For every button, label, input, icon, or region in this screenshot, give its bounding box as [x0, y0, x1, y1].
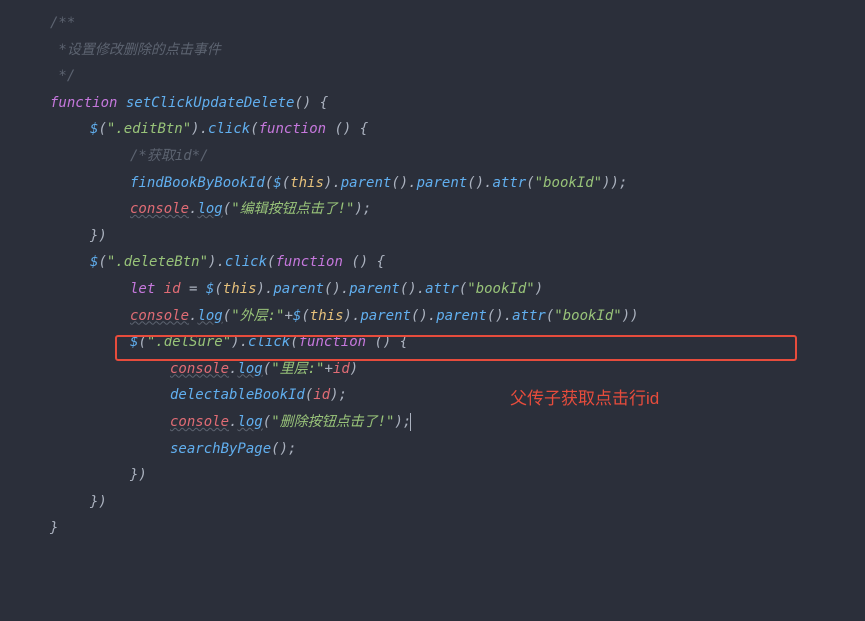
code-line: let id = $(this).parent().parent().attr(…: [30, 276, 865, 303]
code-line: */: [30, 63, 865, 90]
code-line: /**: [30, 10, 865, 37]
code-line: }): [30, 223, 865, 250]
code-line: }): [30, 462, 865, 489]
code-line: /*获取id*/: [30, 143, 865, 170]
annotation-text: 父传子获取点击行id: [510, 383, 659, 415]
code-editor[interactable]: /** *设置修改删除的点击事件 */ function setClickUpd…: [0, 10, 865, 542]
code-line: function setClickUpdateDelete() {: [30, 90, 865, 117]
code-line: console.log("外层:"+$(this).parent().paren…: [30, 303, 865, 330]
code-line: $(".editBtn").click(function () {: [30, 116, 865, 143]
code-line: }: [30, 515, 865, 542]
code-line: *设置修改删除的点击事件: [30, 37, 865, 64]
code-line: $(".delSure").click(function () {: [30, 329, 865, 356]
code-line: findBookByBookId($(this).parent().parent…: [30, 170, 865, 197]
code-line: console.log("编辑按钮点击了!");: [30, 196, 865, 223]
code-line: console.log("里层:"+id): [30, 356, 865, 383]
code-line: console.log("删除按钮点击了!");: [30, 409, 865, 436]
text-cursor: [410, 413, 411, 431]
code-line: searchByPage();: [30, 436, 865, 463]
code-line: }): [30, 489, 865, 516]
code-line: $(".deleteBtn").click(function () {: [30, 249, 865, 276]
code-line: delectableBookId(id);: [30, 382, 865, 409]
